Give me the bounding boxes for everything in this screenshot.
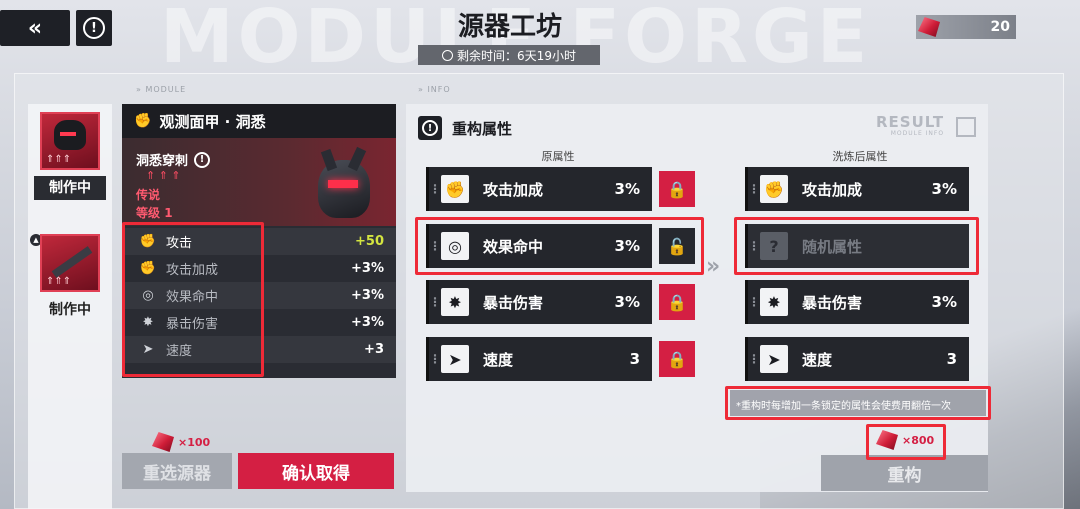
grip-icon: ⋮ <box>748 352 760 366</box>
rank-arrows-icon: ⇑ ⇑ ⇑ <box>146 169 181 182</box>
original-attr-header: 原属性 <box>541 150 575 163</box>
grip-icon: ⋮ <box>429 295 441 309</box>
skill-info-icon[interactable]: ! <box>194 151 211 168</box>
lock-toggle-speed[interactable]: 🔒 <box>659 341 695 377</box>
lock-toggle-crit-damage[interactable]: 🔒 <box>659 284 695 320</box>
attr-name: 攻击加成 <box>483 180 544 199</box>
boot-icon: ➤ <box>760 345 788 373</box>
lock-closed-icon: 🔒 <box>667 349 687 369</box>
original-attr-crit-damage[interactable]: ⋮ ✸ 暴击伤害 3% <box>426 280 652 324</box>
double-chevron-left-icon: « <box>27 15 43 41</box>
attr-value: 3% <box>614 180 640 198</box>
edit-icon <box>956 117 976 137</box>
fist-icon: ✊ <box>760 175 788 203</box>
annotation-box-cost <box>866 424 946 460</box>
info-button[interactable]: ! <box>76 10 112 46</box>
annotation-box-stats <box>122 222 264 377</box>
visor-glow <box>60 132 76 136</box>
grip-icon: ⋮ <box>429 352 441 366</box>
gem-currency-display[interactable]: 20 <box>916 15 1016 39</box>
module-hero: 洞悉穿刺 ! ⇑ ⇑ ⇑ 传说 等级 1 <box>122 138 396 226</box>
helmet-art <box>310 146 380 226</box>
annotation-box-random-attr <box>734 217 979 275</box>
slot-status-label: 制作中 <box>34 176 106 200</box>
red-gem-icon <box>152 432 174 452</box>
attr-name: 速度 <box>802 350 833 369</box>
module-slot-1[interactable]: ⇑⇑⇑ 制作中 <box>34 112 106 200</box>
module-name: 观测面甲 · 洞悉 <box>159 112 266 131</box>
rank-arrows-icon: ⇑⇑⇑ <box>46 154 72 165</box>
attr-value: 3 <box>946 350 957 368</box>
attr-name: 暴击伤害 <box>483 293 544 312</box>
lock-toggle-attack-bonus[interactable]: 🔒 <box>659 171 695 207</box>
helmet-thumbnail: ⇑⇑⇑ <box>40 112 100 170</box>
attr-name: 攻击加成 <box>802 180 863 199</box>
level-line: 等级 1 <box>136 206 173 220</box>
boot-icon: ➤ <box>441 345 469 373</box>
reselect-module-button[interactable]: 重选源器 <box>122 453 232 489</box>
stat-value: +3% <box>351 288 384 303</box>
annotation-box-note <box>725 386 991 420</box>
attr-value: 3% <box>931 180 957 198</box>
level-value: 1 <box>164 206 173 220</box>
grip-icon: ⋮ <box>748 295 760 309</box>
info-section-label: » INFO <box>418 85 451 94</box>
lock-closed-icon: 🔒 <box>667 292 687 312</box>
attr-value: 3 <box>629 350 640 368</box>
confirm-acquire-button[interactable]: 确认取得 <box>238 453 394 489</box>
stat-value: +50 <box>355 234 384 249</box>
grip-icon: ⋮ <box>748 182 760 196</box>
timer-text: 剩余时间：6天19小时 <box>457 48 576 63</box>
stat-value: +3% <box>351 315 384 330</box>
rank-arrows-icon: ⇑⇑⇑ <box>46 276 72 287</box>
burst-icon: ✸ <box>441 288 469 316</box>
lock-closed-icon: 🔒 <box>667 179 687 199</box>
exclamation-square-icon[interactable]: ! <box>418 116 442 140</box>
stat-value: +3 <box>364 342 384 357</box>
attr-value: 3% <box>931 293 957 311</box>
currency-amount: 20 <box>990 19 1010 35</box>
module-slot-list: ⇑⇑⇑ 制作中 ▲ ⇑⇑⇑ 制作中 <box>28 104 112 509</box>
result-attr-header: 洗炼后属性 <box>832 150 888 163</box>
annotation-box-effect-hit <box>415 217 704 275</box>
rarity-label: 传说 <box>136 188 161 202</box>
original-attr-attack-bonus[interactable]: ⋮ ✊ 攻击加成 3% <box>426 167 652 211</box>
fist-icon: ✊ <box>441 175 469 203</box>
reforge-panel-title: 重构属性 <box>452 119 513 138</box>
attr-name: 暴击伤害 <box>802 293 863 312</box>
result-badge: RESULT MODULE INFO <box>876 113 945 137</box>
exclamation-circle-icon: ! <box>83 17 105 39</box>
clock-icon <box>442 49 454 61</box>
burst-icon: ✸ <box>760 288 788 316</box>
page-title: 源器工坊 <box>457 12 562 42</box>
fist-icon: ✊ <box>134 113 152 129</box>
skill-line: 洞悉穿刺 ! <box>136 150 211 169</box>
back-button[interactable]: « <box>0 10 70 46</box>
result-attr-speed: ⋮ ➤ 速度 3 <box>745 337 969 381</box>
result-attr-crit-damage: ⋮ ✸ 暴击伤害 3% <box>745 280 969 324</box>
attr-name: 速度 <box>483 350 514 369</box>
reselect-cost: ×100 <box>152 432 210 452</box>
slot-status-label: 制作中 <box>49 302 91 318</box>
module-card-header: ✊ 观测面甲 · 洞悉 <box>122 104 396 138</box>
result-attr-attack-bonus: ⋮ ✊ 攻击加成 3% <box>745 167 969 211</box>
reselect-cost-amount: ×100 <box>178 435 211 449</box>
attr-value: 3% <box>614 293 640 311</box>
double-chevron-right-icon: ›› <box>706 254 720 279</box>
blade-thumbnail: ⇑⇑⇑ <box>40 234 100 292</box>
skill-name: 洞悉穿刺 <box>136 154 189 169</box>
reforge-panel-header: ! 重构属性 <box>418 116 512 140</box>
red-gem-icon <box>918 17 940 37</box>
module-slot-2[interactable]: ▲ ⇑⇑⇑ 制作中 <box>30 234 106 322</box>
stat-value: +3% <box>351 261 384 276</box>
blade-icon <box>51 246 93 278</box>
grip-icon: ⋮ <box>429 182 441 196</box>
original-attr-speed[interactable]: ⋮ ➤ 速度 3 <box>426 337 652 381</box>
event-timer: 剩余时间：6天19小时 <box>418 45 600 65</box>
module-section-label: » MODULE <box>136 85 187 94</box>
reforge-button[interactable]: 重构 <box>821 455 988 491</box>
